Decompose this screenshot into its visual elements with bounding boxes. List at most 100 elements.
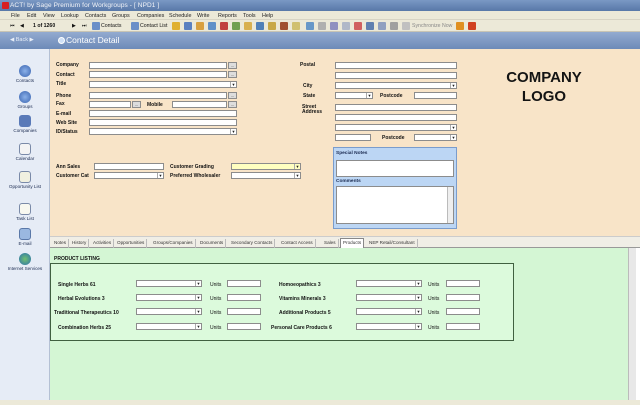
- state-dropdown[interactable]: ▼: [335, 92, 373, 99]
- tab-documents[interactable]: Documents: [198, 239, 227, 248]
- menu-groups[interactable]: Groups: [112, 13, 130, 19]
- product-dropdown-right-2[interactable]: ▼: [356, 294, 422, 301]
- title-dropdown[interactable]: ▼: [89, 81, 237, 88]
- tab-notes[interactable]: Notes: [52, 239, 70, 248]
- menu-tools[interactable]: Tools: [243, 13, 256, 19]
- tab-nep-retail-consultant[interactable]: NEP Retail/Consultant: [367, 239, 418, 248]
- id-status-dropdown[interactable]: ▼: [89, 128, 237, 135]
- postcode-field[interactable]: [414, 92, 457, 99]
- menu-schedule[interactable]: Schedule: [169, 13, 191, 19]
- help-icon[interactable]: [456, 22, 464, 30]
- task-icon[interactable]: [232, 22, 240, 30]
- product-dropdown-right-1[interactable]: ▼: [356, 280, 422, 287]
- first-record-button[interactable]: ⏮: [10, 23, 15, 30]
- mobile-lookup-button[interactable]: …: [228, 101, 237, 108]
- nav-groups[interactable]: Groups: [0, 91, 50, 109]
- tab-sales[interactable]: Sales: [322, 239, 339, 248]
- email-field[interactable]: [89, 110, 237, 117]
- product-dropdown-left-2[interactable]: ▼: [136, 294, 202, 301]
- nav-email[interactable]: E-mail: [0, 228, 50, 246]
- globe-icon[interactable]: [378, 22, 386, 30]
- settings-icon[interactable]: [318, 22, 326, 30]
- menu-view[interactable]: View: [43, 13, 55, 19]
- comments-scrollbar[interactable]: [447, 187, 453, 223]
- calendar-icon[interactable]: [220, 22, 228, 30]
- menu-reports[interactable]: Reports: [218, 13, 237, 19]
- nav-calendar[interactable]: Calendar: [0, 143, 50, 161]
- ann-sales-field[interactable]: [94, 163, 164, 170]
- prev-record-button[interactable]: ◀: [20, 23, 24, 29]
- tab-groups-companies[interactable]: Groups/Companies: [151, 239, 196, 248]
- product-dropdown-right-4[interactable]: ▼: [356, 323, 422, 330]
- nav-task-list[interactable]: Task List: [0, 203, 50, 221]
- email-icon[interactable]: [306, 22, 314, 30]
- units-field-left-4[interactable]: [227, 323, 261, 330]
- menu-contacts[interactable]: Contacts: [85, 13, 106, 19]
- units-field-left-3[interactable]: [227, 308, 261, 315]
- note-icon[interactable]: [244, 22, 252, 30]
- units-field-left-2[interactable]: [227, 294, 261, 301]
- menu-edit[interactable]: Edit: [27, 13, 36, 19]
- contact-lookup-button[interactable]: …: [228, 71, 237, 78]
- menu-help[interactable]: Help: [262, 13, 273, 19]
- menu-file[interactable]: File: [11, 13, 20, 19]
- product-dropdown-left-1[interactable]: ▼: [136, 280, 202, 287]
- menu-companies[interactable]: Companies: [137, 13, 164, 19]
- customer-cat-dropdown[interactable]: ▼: [94, 172, 164, 179]
- postal-field-2[interactable]: [335, 72, 457, 79]
- company-lookup-button[interactable]: …: [228, 62, 237, 69]
- last-record-button[interactable]: ⏭: [82, 23, 87, 30]
- print-icon[interactable]: [184, 22, 192, 30]
- web-icon[interactable]: [354, 22, 362, 30]
- nav-opportunity-list[interactable]: Opportunity List: [0, 171, 50, 189]
- search-icon[interactable]: [342, 22, 350, 30]
- street-field-1[interactable]: [335, 104, 457, 111]
- special-notes-field[interactable]: [336, 160, 454, 177]
- history-icon[interactable]: [256, 22, 264, 30]
- units-field-right-1[interactable]: [446, 280, 480, 287]
- group-icon[interactable]: [196, 22, 204, 30]
- back-button[interactable]: ◀ Back ▶: [10, 37, 34, 43]
- city-dropdown[interactable]: ▼: [335, 82, 457, 89]
- synchronize-now-button[interactable]: Synchronize Now: [412, 23, 452, 29]
- next-record-button[interactable]: ▶: [72, 23, 76, 29]
- units-field-right-2[interactable]: [446, 294, 480, 301]
- refresh-icon[interactable]: [402, 22, 410, 30]
- fax-lookup-button[interactable]: …: [132, 101, 141, 108]
- company-field[interactable]: [89, 62, 227, 69]
- phone-icon[interactable]: [280, 22, 288, 30]
- nav-contacts[interactable]: Contacts: [0, 65, 50, 83]
- letter-icon[interactable]: [292, 22, 300, 30]
- units-field-right-3[interactable]: [446, 308, 480, 315]
- units-field-left-1[interactable]: [227, 280, 261, 287]
- tab-history[interactable]: History: [70, 239, 90, 248]
- folder-icon[interactable]: [172, 22, 180, 30]
- fax-field[interactable]: [89, 101, 131, 108]
- tab-opportunities[interactable]: Opportunities: [115, 239, 148, 248]
- product-dropdown-left-4[interactable]: ▼: [136, 323, 202, 330]
- street-city-dropdown[interactable]: ▼: [335, 124, 457, 131]
- opportunity-icon[interactable]: [268, 22, 276, 30]
- comments-field[interactable]: [336, 186, 454, 224]
- street-field-2[interactable]: [335, 114, 457, 121]
- website-field[interactable]: [89, 119, 237, 126]
- nav-internet-services[interactable]: Internet Services: [0, 253, 50, 271]
- nav-companies[interactable]: Companies: [0, 115, 50, 133]
- preferred-wholesaler-dropdown[interactable]: ▼: [231, 172, 301, 179]
- sync-icon[interactable]: [390, 22, 398, 30]
- phone-field[interactable]: [89, 92, 227, 99]
- street-state-field[interactable]: [335, 134, 371, 141]
- postcode-dropdown-2[interactable]: ▼: [414, 134, 457, 141]
- tab-contact-access[interactable]: Contact Access: [279, 239, 316, 248]
- lookup-icon[interactable]: [330, 22, 338, 30]
- vertical-scrollbar[interactable]: [628, 248, 636, 400]
- company-icon[interactable]: [208, 22, 216, 30]
- attach-icon[interactable]: [366, 22, 374, 30]
- customer-grading-dropdown[interactable]: ▼: [231, 163, 301, 170]
- product-dropdown-right-3[interactable]: ▼: [356, 308, 422, 315]
- mobile-field[interactable]: [172, 101, 227, 108]
- tab-activities[interactable]: Activities: [91, 239, 115, 248]
- product-dropdown-left-3[interactable]: ▼: [136, 308, 202, 315]
- menu-write[interactable]: Write: [197, 13, 209, 19]
- postal-field[interactable]: [335, 62, 457, 69]
